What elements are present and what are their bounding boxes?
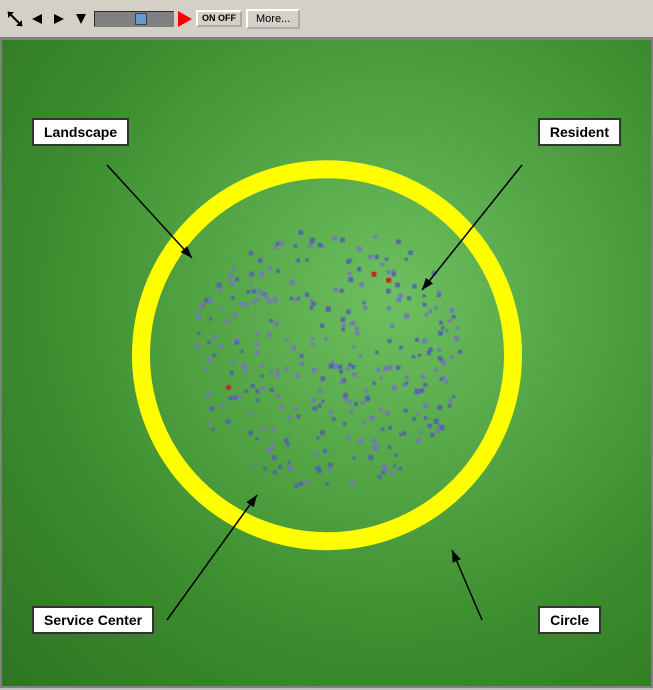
down-arrow-icon[interactable] [72, 10, 90, 28]
circle-label-text: Circle [550, 612, 589, 628]
service-center-label: Service Center [32, 606, 154, 634]
resident-label-text: Resident [550, 124, 609, 140]
landscape-label: Landscape [32, 118, 129, 146]
more-button[interactable]: More... [246, 9, 300, 29]
slider-thumb[interactable] [135, 13, 147, 25]
toolbar: ON OFF More... [0, 0, 653, 38]
circle-label: Circle [538, 606, 601, 634]
service-center-label-text: Service Center [44, 612, 142, 628]
diagonal-arrows-icon[interactable] [6, 10, 24, 28]
onoff-button[interactable]: ON OFF [196, 10, 242, 27]
visualization-area: Landscape Resident Service Center Circle [0, 38, 653, 688]
right-arrow-icon[interactable] [50, 10, 68, 28]
dots-canvas [147, 176, 507, 536]
speed-slider-container [94, 11, 174, 27]
landscape-label-text: Landscape [44, 124, 117, 140]
onoff-label: ON OFF [202, 14, 236, 23]
speed-slider[interactable] [94, 11, 174, 27]
resident-label: Resident [538, 118, 621, 146]
left-arrow-icon[interactable] [28, 10, 46, 28]
more-label: More... [256, 13, 290, 25]
play-button[interactable] [178, 11, 192, 27]
